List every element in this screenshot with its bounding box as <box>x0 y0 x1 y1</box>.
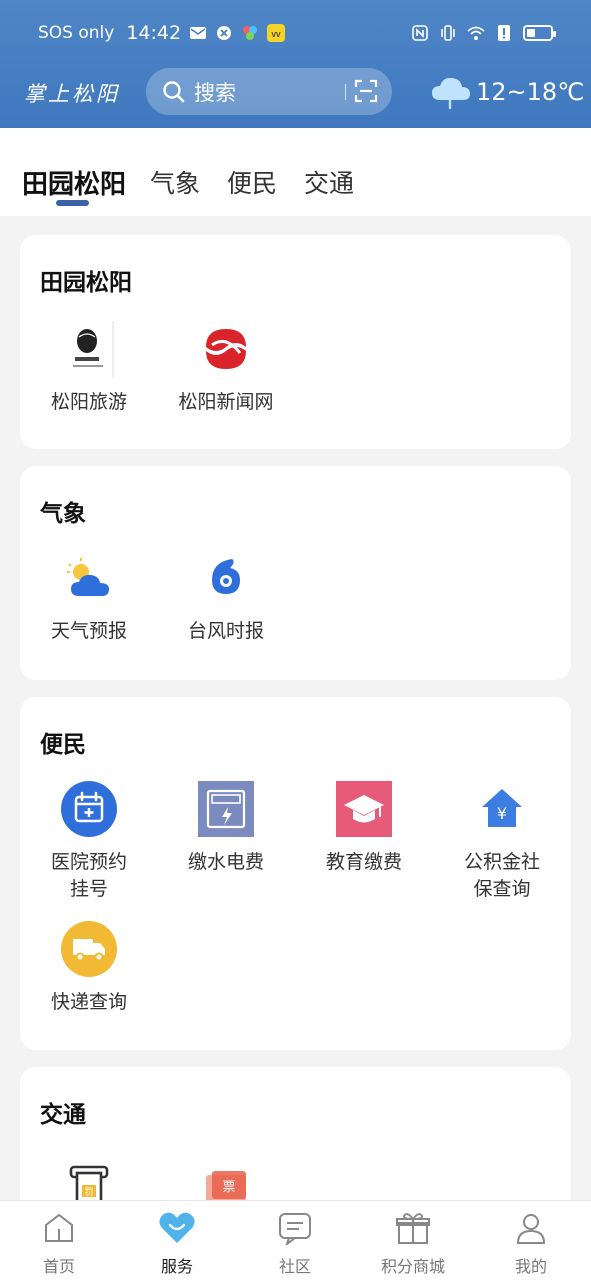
service-label: 快递查询 <box>50 991 127 1013</box>
calendar-plus-icon <box>59 779 119 839</box>
service-label-line: 挂号 <box>69 878 108 900</box>
svg-text:vv: vv <box>272 29 282 39</box>
app-brand: 掌上松阳 <box>24 82 120 106</box>
service-education-fee[interactable]: 教育缴费 <box>295 779 433 876</box>
section-qixiang: 气象 天气预报 台风时报 <box>20 466 571 680</box>
search-bar[interactable]: 搜索 <box>146 68 392 115</box>
service-label: 松阳旅游 <box>50 391 127 413</box>
category-tabs: 田园松阳 气象 便民 交通 <box>0 128 591 216</box>
songyang-travel-logo <box>59 319 119 379</box>
heart-service-icon <box>118 1209 236 1247</box>
battery-icon <box>523 25 556 41</box>
nfc-icon <box>412 25 428 41</box>
ticket-badge: 票 <box>222 1180 235 1195</box>
vibrate-icon <box>441 25 455 41</box>
carrier-label: SOS only <box>38 23 115 43</box>
gift-icon <box>354 1209 472 1247</box>
cloud-rain-icon <box>432 77 470 110</box>
chat-icon <box>236 1209 354 1247</box>
service-typhoon[interactable]: 台风时报 <box>157 548 295 645</box>
nav-label: 首页 <box>42 1257 75 1276</box>
shield-x-icon <box>217 26 232 40</box>
service-housing-fund[interactable]: ¥ 公积金社 保查询 <box>433 779 571 903</box>
clock: 14:42 <box>126 22 182 44</box>
wifi-icon <box>467 26 485 40</box>
service-label: 台风时报 <box>187 620 264 642</box>
app-header: SOS only 14:42 vv 掌上松阳 搜索 12~18℃ <box>0 0 591 128</box>
mail-icon <box>190 27 207 39</box>
service-songyang-travel[interactable]: 松阳旅游 <box>20 319 158 416</box>
section-bianmin: 便民 医院预约 挂号 缴水电费 教育缴费 ¥ 公积金社 保查询 快递查询 <box>20 697 571 1050</box>
nav-mine[interactable]: 我的 <box>472 1209 590 1277</box>
service-label-line: 保查询 <box>473 878 531 900</box>
search-placeholder: 搜索 <box>194 80 236 105</box>
delivery-truck-icon <box>59 919 119 979</box>
tab-bianmin[interactable]: 便民 <box>227 164 277 200</box>
weather-widget[interactable]: 12~18℃ <box>430 74 584 110</box>
section-title: 便民 <box>40 732 86 758</box>
service-express-tracking[interactable]: 快递查询 <box>20 919 158 1016</box>
typhoon-icon <box>196 548 256 608</box>
nav-points-mall[interactable]: 积分商城 <box>354 1209 472 1277</box>
electric-meter-icon <box>196 779 256 839</box>
tab-jiaotong[interactable]: 交通 <box>304 164 354 200</box>
service-hospital-appointment[interactable]: 医院预约 挂号 <box>20 779 158 903</box>
tab-qixiang[interactable]: 气象 <box>150 164 200 200</box>
scan-icon[interactable] <box>354 79 378 103</box>
home-icon <box>0 1209 118 1247</box>
weather-temperature: 12~18℃ <box>476 78 585 106</box>
nav-home[interactable]: 首页 <box>0 1209 118 1277</box>
service-label: 松阳新闻网 <box>178 391 274 413</box>
service-label: 医院预约 挂号 <box>20 849 158 903</box>
service-label: 天气预报 <box>50 620 127 642</box>
service-utility-bill[interactable]: 缴水电费 <box>157 779 295 876</box>
service-label: 缴水电费 <box>187 851 264 873</box>
nav-label: 我的 <box>514 1257 547 1276</box>
user-icon <box>472 1209 590 1247</box>
songyang-news-logo <box>196 319 256 379</box>
nav-service[interactable]: 服务 <box>118 1209 236 1277</box>
section-tianyuan: 田园松阳 松阳旅游 松阳新闻网 <box>20 235 571 449</box>
service-songyang-news[interactable]: 松阳新闻网 <box>157 319 295 416</box>
nav-label: 积分商城 <box>380 1257 445 1276</box>
graduation-cap-icon <box>334 779 394 839</box>
sun-cloud-icon <box>59 548 119 608</box>
active-tab-indicator <box>56 200 89 206</box>
service-label-line: 医院预约 <box>50 851 127 873</box>
service-label: 教育缴费 <box>325 851 402 873</box>
search-divider <box>345 84 346 100</box>
alert-icon <box>498 25 510 41</box>
service-weather-forecast[interactable]: 天气预报 <box>20 548 158 645</box>
tab-tianyuan[interactable]: 田园松阳 <box>22 164 126 201</box>
house-yen-icon: ¥ <box>472 779 532 839</box>
service-label: 公积金社 保查询 <box>433 849 571 903</box>
svg-text:¥: ¥ <box>497 804 507 823</box>
section-title: 交通 <box>40 1102 86 1128</box>
search-icon <box>163 80 185 102</box>
bottom-navigation: 首页 服务 社区 积分商城 我的 <box>0 1200 591 1281</box>
yellow-app-icon: vv <box>267 24 286 42</box>
colorful-app-icon <box>243 26 258 40</box>
nav-label: 服务 <box>160 1257 193 1276</box>
section-title: 气象 <box>40 501 86 527</box>
service-label-line: 公积金社 <box>463 851 540 873</box>
nav-label: 社区 <box>278 1257 311 1276</box>
fine-badge: 罚 <box>84 1187 93 1198</box>
nav-community[interactable]: 社区 <box>236 1209 354 1277</box>
status-bar: SOS only 14:42 vv <box>0 16 591 50</box>
section-title: 田园松阳 <box>40 270 132 296</box>
